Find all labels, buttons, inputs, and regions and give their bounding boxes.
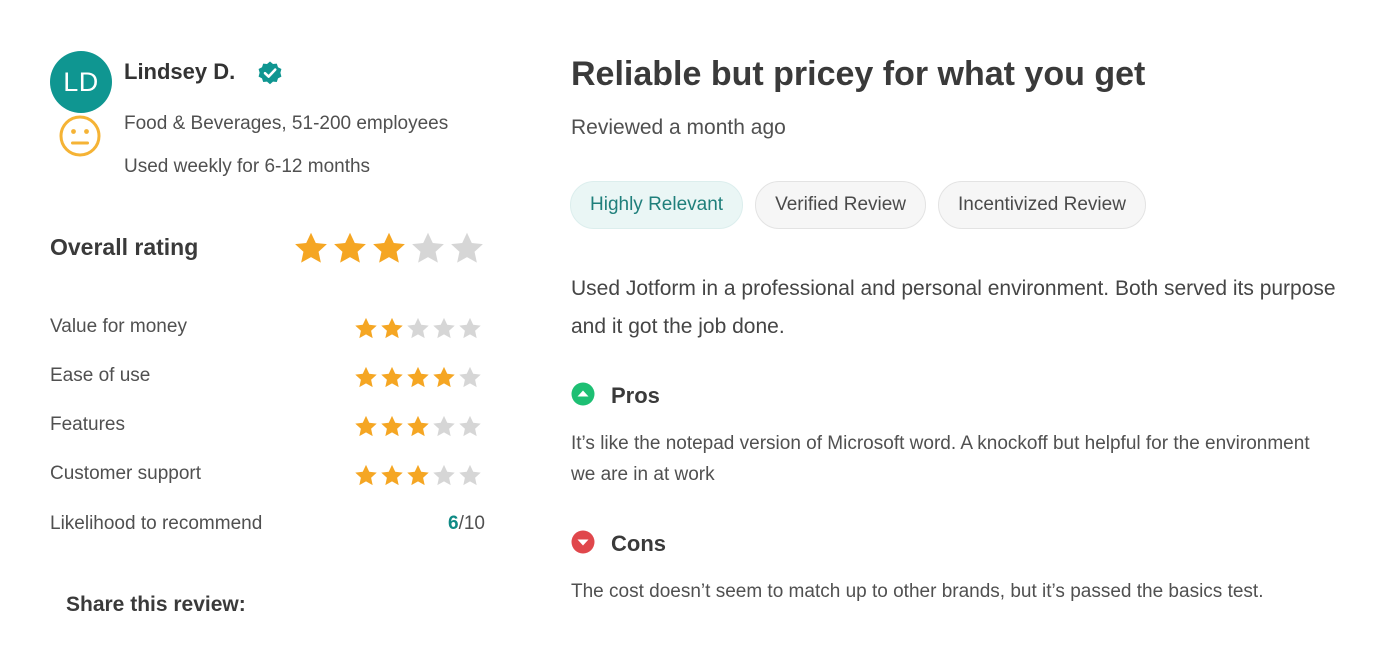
pros-arrow-up-icon — [571, 382, 595, 406]
pros-text: It’s like the notepad version of Microso… — [571, 433, 1310, 485]
star-empty-icon — [433, 317, 455, 339]
star-filled-icon — [407, 415, 429, 437]
overall-rating-label: Overall rating — [50, 234, 199, 260]
review-summary: Used Jotform in a professional and perso… — [571, 277, 1336, 338]
reviewer-usage: Used weekly for 6-12 months — [124, 156, 371, 177]
star-filled-icon — [334, 232, 366, 263]
star-empty-icon — [433, 415, 455, 437]
tag-incentivized-review[interactable]: Incentivized Review — [938, 181, 1146, 229]
cons-heading: Cons — [611, 531, 666, 556]
rating-stars-ease-of-use — [353, 365, 483, 390]
star-filled-icon — [355, 366, 377, 388]
star-filled-icon — [373, 232, 405, 263]
share-review-label: Share this review: — [66, 593, 246, 616]
verified-badge-icon — [258, 61, 282, 85]
star-filled-icon — [355, 415, 377, 437]
star-filled-icon — [355, 464, 377, 486]
star-filled-icon — [295, 232, 327, 263]
neutral-face-icon — [59, 115, 101, 157]
rating-label-customer-support: Customer support — [50, 463, 202, 484]
overall-rating-stars — [292, 230, 486, 267]
star-empty-icon — [459, 415, 481, 437]
cons-arrow-down-icon — [571, 530, 595, 554]
pros-heading: Pros — [611, 383, 660, 408]
recommend-score: 6/10 — [448, 513, 485, 535]
recommend-score-value: 6 — [448, 513, 459, 534]
star-filled-icon — [381, 464, 403, 486]
tag-verified-review[interactable]: Verified Review — [755, 181, 927, 229]
avatar: LD — [50, 51, 112, 113]
star-filled-icon — [407, 366, 429, 388]
recommend-label: Likelihood to recommend — [50, 513, 263, 534]
star-empty-icon — [451, 232, 483, 263]
recommend-score-max: /10 — [458, 513, 485, 534]
cons-text: The cost doesn’t seem to match up to oth… — [571, 581, 1264, 602]
star-empty-icon — [459, 464, 481, 486]
star-filled-icon — [407, 464, 429, 486]
star-filled-icon — [355, 317, 377, 339]
star-filled-icon — [381, 415, 403, 437]
review-title: Reliable but pricey for what you get — [571, 55, 1146, 93]
rating-stars-features — [353, 414, 483, 439]
star-empty-icon — [412, 232, 444, 263]
star-empty-icon — [407, 317, 429, 339]
rating-stars-customer-support — [353, 463, 483, 488]
star-filled-icon — [381, 317, 403, 339]
star-empty-icon — [459, 366, 481, 388]
star-empty-icon — [459, 317, 481, 339]
tag-highly-relevant[interactable]: Highly Relevant — [570, 181, 744, 229]
review-tags: Highly Relevant Verified Review Incentiv… — [570, 181, 1146, 229]
reviewer-company: Food & Beverages, 51-200 employees — [124, 113, 449, 134]
rating-label-features: Features — [50, 414, 125, 435]
star-empty-icon — [433, 464, 455, 486]
rating-label-ease-of-use: Ease of use — [50, 365, 151, 386]
star-filled-icon — [433, 366, 455, 388]
reviewer-name[interactable]: Lindsey D. — [124, 59, 235, 85]
review-date: Reviewed a month ago — [571, 116, 786, 139]
star-filled-icon — [381, 366, 403, 388]
rating-label-value-for-money: Value for money — [50, 316, 187, 337]
rating-stars-value-for-money — [353, 316, 483, 341]
